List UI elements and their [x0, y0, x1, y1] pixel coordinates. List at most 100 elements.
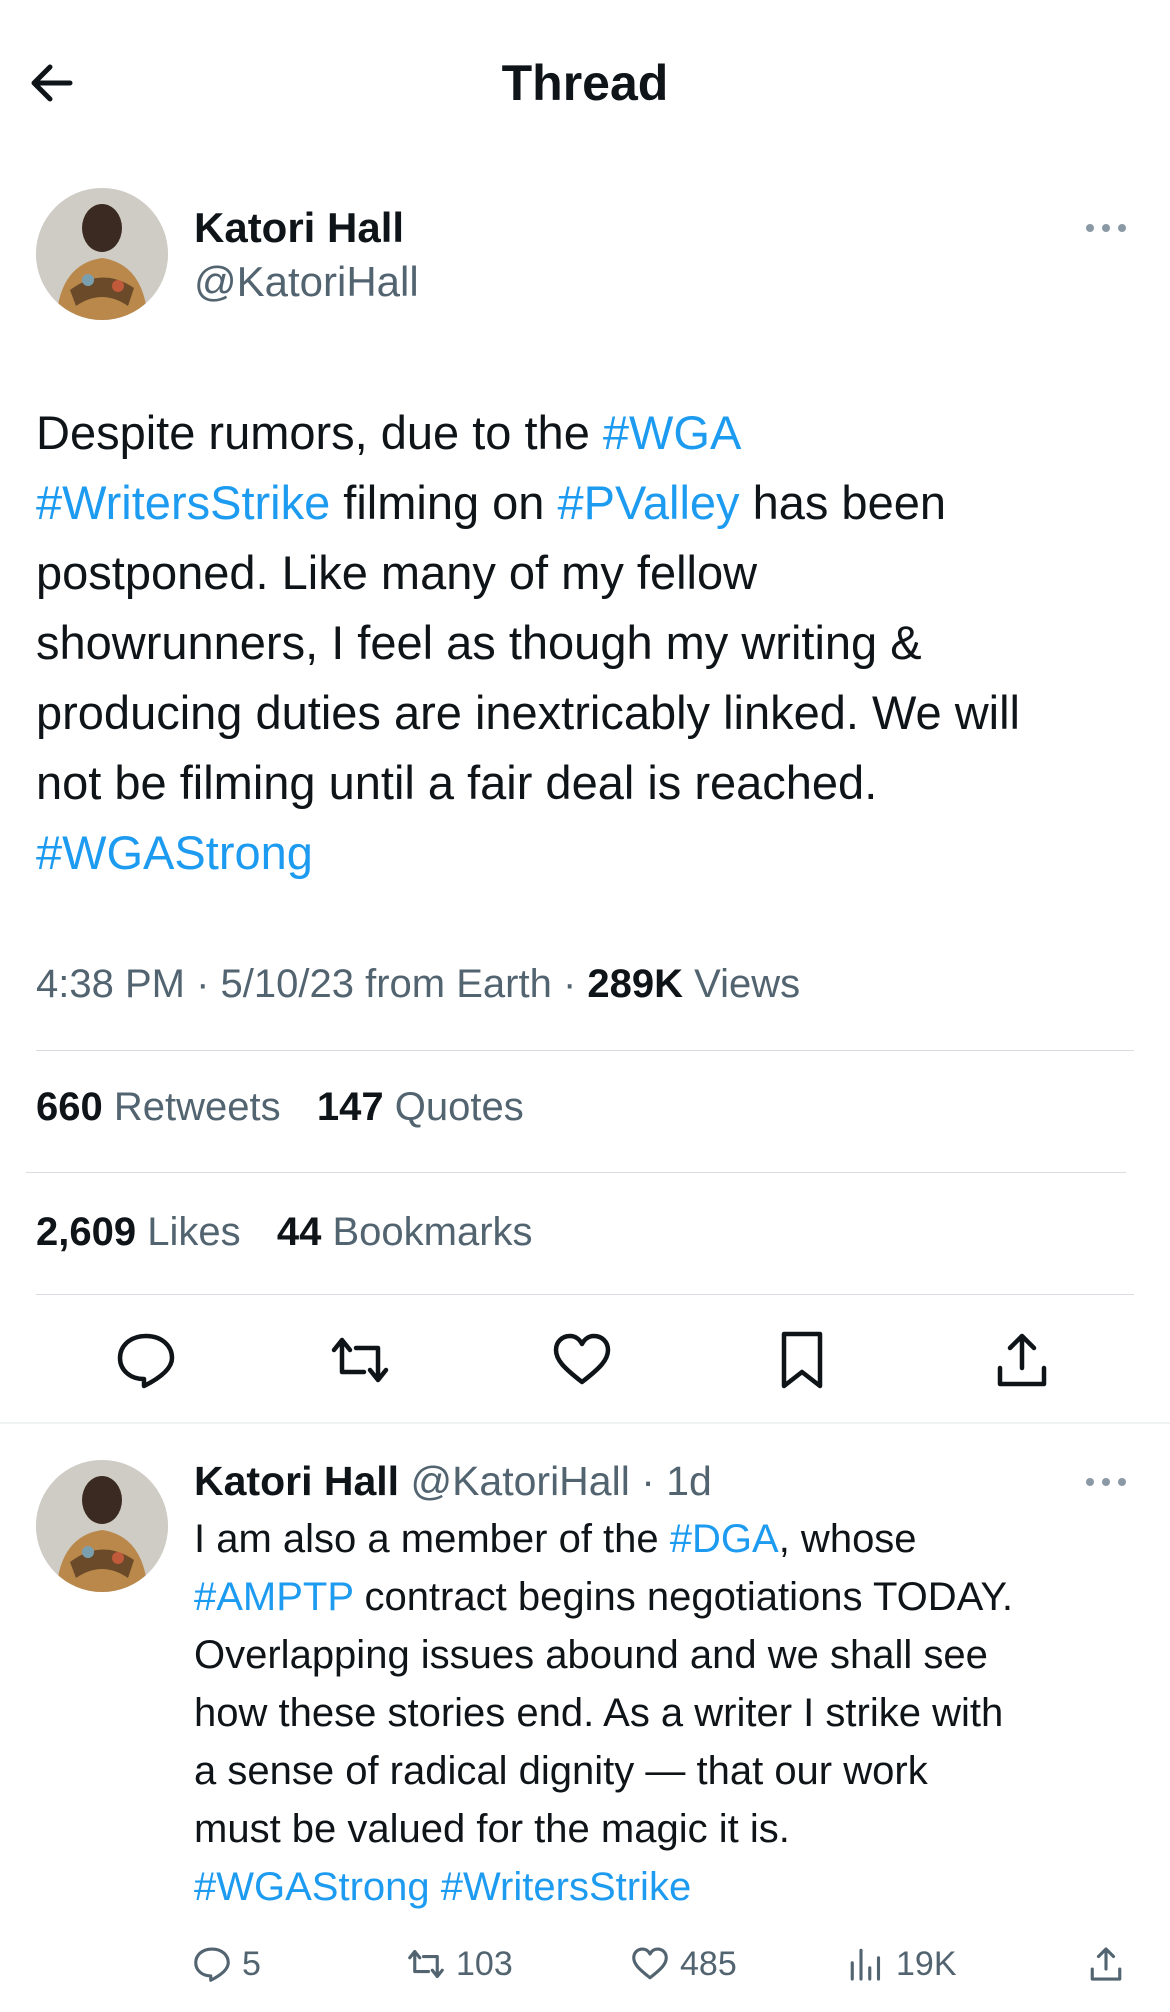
page-title: Thread: [501, 55, 669, 111]
text-segment: must be valued for the magic it is.: [194, 1807, 790, 1851]
reply-count: 5: [242, 1944, 261, 1983]
share-icon: [1090, 1947, 1122, 1981]
retweet-icon: [331, 1337, 389, 1383]
text-segment: not be filming until a fair deal is reac…: [36, 756, 878, 809]
reply-text: I am also a member of the #DGA, whose #AM…: [194, 1510, 1144, 1916]
avatar-image: [36, 188, 168, 320]
bookmarks-count: 44: [276, 1210, 322, 1254]
text-segment: contract begins negotiations TODAY.: [353, 1575, 1013, 1619]
hashtag-link[interactable]: #WGAStrong: [36, 826, 313, 879]
section-separator: [0, 1422, 1170, 1424]
text-line: producing duties are inextricably linked…: [36, 678, 1136, 748]
views-action[interactable]: 19K: [846, 1942, 957, 1986]
like-icon: [553, 1333, 611, 1385]
quotes-stat[interactable]: 147 Quotes: [317, 1085, 524, 1129]
author-name[interactable]: Katori Hall: [194, 1458, 399, 1504]
likes-stat[interactable]: 2,609 Likes: [36, 1210, 241, 1254]
bookmarks-label: Bookmarks: [332, 1210, 533, 1254]
share-icon: [997, 1333, 1047, 1387]
text-line: showrunners, I feel as though my writing…: [36, 608, 1136, 678]
views-count: 19K: [896, 1944, 957, 1983]
text-line: #WritersStrike filming on #PValley has b…: [36, 468, 1136, 538]
tweet-time[interactable]: 4:38 PM: [36, 962, 185, 1006]
text-segment: has been: [739, 476, 946, 529]
reply-icon: [117, 1333, 175, 1389]
hashtag-link[interactable]: #AMPTP: [194, 1575, 353, 1619]
text-line: #WGAStrong #WritersStrike: [194, 1858, 1144, 1916]
bookmark-button[interactable]: [770, 1328, 834, 1392]
text-segment: producing duties are inextricably linked…: [36, 686, 1020, 739]
author-handle[interactable]: @KatoriHall: [410, 1458, 629, 1504]
tweet-meta: 4:38 PM · 5/10/23 from Earth · 289K View…: [36, 962, 801, 1006]
retweets-label: Retweets: [113, 1085, 281, 1129]
hashtag-link[interactable]: #DGA: [670, 1517, 779, 1561]
retweets-count: 660: [36, 1085, 103, 1129]
divider: [36, 1050, 1134, 1051]
likes-label: Likes: [147, 1210, 241, 1254]
text-segment: I am also a member of the: [194, 1517, 670, 1561]
reply-icon: [194, 1947, 230, 1982]
like-action[interactable]: 485: [630, 1942, 737, 1986]
divider: [26, 1172, 1126, 1173]
text-line: not be filming until a fair deal is reac…: [36, 748, 1136, 818]
tweet-date[interactable]: 5/10/23: [221, 962, 354, 1006]
reply-action[interactable]: 5: [192, 1942, 261, 1986]
hashtag-link[interactable]: #WGAStrong: [194, 1865, 430, 1909]
like-icon: [632, 1947, 668, 1980]
avatar[interactable]: [36, 1460, 168, 1592]
quotes-label: Quotes: [394, 1085, 524, 1129]
views-label: Views: [694, 962, 801, 1006]
text-line: must be valued for the magic it is.: [194, 1800, 1144, 1858]
bookmark-icon: [781, 1331, 823, 1389]
text-segment: showrunners, I feel as though my writing…: [36, 616, 922, 669]
text-line: how these stories end. As a writer I str…: [194, 1684, 1144, 1742]
hashtag-link[interactable]: #WGA: [603, 406, 741, 459]
bookmarks-stat[interactable]: 44 Bookmarks: [277, 1210, 533, 1254]
more-button[interactable]: [1082, 1472, 1130, 1492]
engagement-stats: 660 Retweets 147 Quotes: [36, 1085, 524, 1130]
views-count: 289K: [587, 962, 684, 1006]
hashtag-link[interactable]: #WritersStrike: [36, 476, 330, 529]
text-line: I am also a member of the #DGA, whose: [194, 1510, 1144, 1568]
reply-button[interactable]: [114, 1328, 178, 1392]
retweets-stat[interactable]: 660 Retweets: [36, 1085, 281, 1129]
text-line: Despite rumors, due to the #WGA: [36, 398, 1136, 468]
share-action[interactable]: [1086, 1942, 1126, 1986]
tweet-source: from Earth: [365, 962, 552, 1006]
text-segment: Overlapping issues abound and we shall s…: [194, 1633, 988, 1677]
more-icon: [1086, 224, 1126, 232]
views-icon: [850, 1948, 881, 1981]
retweet-icon: [408, 1949, 444, 1979]
retweet-action[interactable]: 103: [406, 1942, 513, 1986]
text-segment: postponed. Like many of my fellow: [36, 546, 758, 599]
avatar[interactable]: [36, 188, 168, 320]
more-icon: [1086, 1478, 1126, 1486]
tweet-time[interactable]: 1d: [666, 1458, 712, 1504]
text-segment: how these stories end. As a writer I str…: [194, 1691, 1004, 1735]
text-segment: filming on: [330, 476, 558, 529]
hashtag-link[interactable]: #PValley: [558, 476, 740, 529]
text-line: Overlapping issues abound and we shall s…: [194, 1626, 1144, 1684]
likes-count: 2,609: [36, 1210, 137, 1254]
author-name[interactable]: Katori Hall: [194, 204, 404, 252]
author-handle[interactable]: @KatoriHall: [194, 258, 419, 306]
engagement-stats: 2,609 Likes 44 Bookmarks: [36, 1210, 533, 1255]
text-segment: , whose: [778, 1517, 917, 1561]
retweet-button[interactable]: [328, 1328, 392, 1392]
text-segment: Despite rumors, due to the: [36, 406, 603, 459]
avatar-image: [36, 1460, 168, 1592]
tweet-text: Despite rumors, due to the #WGA #WritersS…: [36, 398, 1136, 888]
text-line: #AMPTP contract begins negotiations TODA…: [194, 1568, 1144, 1626]
like-count: 485: [680, 1944, 737, 1983]
more-button[interactable]: [1082, 218, 1130, 238]
text-segment: [430, 1865, 441, 1909]
hashtag-link[interactable]: #WritersStrike: [441, 1865, 691, 1909]
quotes-count: 147: [316, 1085, 384, 1129]
text-segment: a sense of radical dignity — that our wo…: [194, 1749, 928, 1793]
retweet-count: 103: [456, 1944, 513, 1983]
like-button[interactable]: [550, 1328, 614, 1392]
share-button[interactable]: [990, 1328, 1054, 1392]
text-line: a sense of radical dignity — that our wo…: [194, 1742, 1144, 1800]
reply-header: Katori Hall @KatoriHall · 1d: [194, 1458, 712, 1504]
text-line: postponed. Like many of my fellow: [36, 538, 1136, 608]
